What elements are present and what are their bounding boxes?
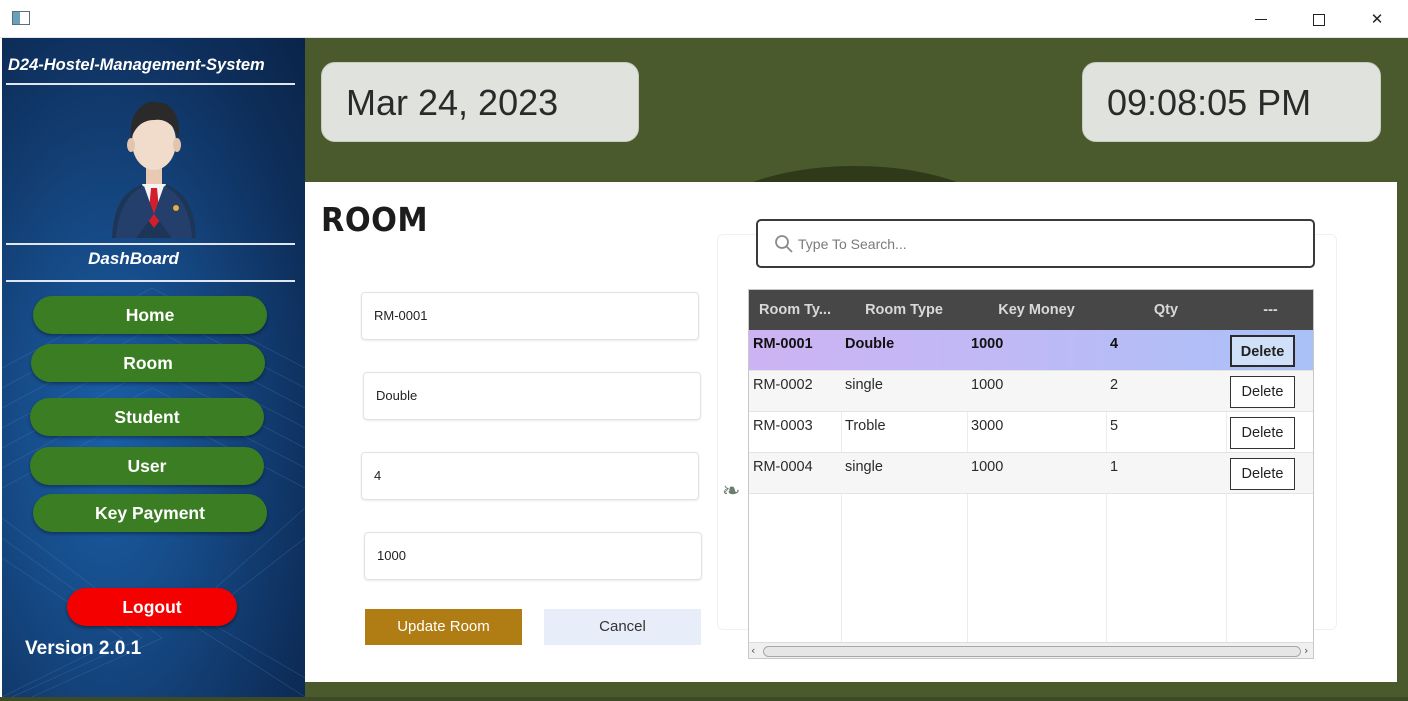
- cell-room-type: Double: [845, 336, 895, 352]
- column-header-qty[interactable]: Qty: [1106, 290, 1226, 330]
- page-title: ROOM: [321, 200, 429, 239]
- nav-student-button[interactable]: Student: [30, 398, 264, 436]
- nav-key-payment-button[interactable]: Key Payment: [33, 494, 267, 532]
- close-button[interactable]: ✕: [1348, 0, 1406, 38]
- cell-room-id: RM-0003: [753, 418, 813, 434]
- cell-key-money: 1000: [971, 459, 1004, 475]
- nav-home-button[interactable]: Home: [33, 296, 267, 334]
- horizontal-scrollbar[interactable]: ‹ ›: [749, 642, 1313, 658]
- divider: [6, 280, 295, 282]
- frame-edge: [1397, 182, 1408, 697]
- minimize-icon: [1255, 19, 1267, 20]
- column-header-room-id[interactable]: Room Ty...: [749, 290, 841, 330]
- column-header-room-type[interactable]: Room Type: [841, 290, 967, 330]
- table-row[interactable]: RM-0002 single 1000 2 Delete: [749, 371, 1313, 412]
- update-room-button[interactable]: Update Room: [365, 609, 522, 645]
- cell-qty: 1: [1110, 459, 1119, 475]
- minimize-button[interactable]: [1232, 0, 1290, 38]
- delete-button[interactable]: Delete: [1230, 376, 1295, 408]
- scrollbar-thumb[interactable]: [763, 646, 1301, 657]
- businessman-avatar-icon: [112, 101, 196, 238]
- column-header-action[interactable]: ---: [1226, 290, 1313, 330]
- divider: [6, 243, 295, 245]
- leaf-decoration-icon: ❧: [722, 478, 741, 503]
- divider: [6, 83, 295, 85]
- search-input[interactable]: Type To Search...: [756, 219, 1315, 268]
- cell-key-money: 1000: [971, 336, 1004, 352]
- scroll-right-icon[interactable]: ›: [1304, 644, 1308, 657]
- nav-user-button[interactable]: User: [30, 447, 264, 485]
- frame-edge: [305, 682, 1408, 697]
- cell-room-id: RM-0001: [753, 336, 813, 352]
- cell-room-type: single: [845, 377, 883, 393]
- room-table: Room Ty... Room Type Key Money Qty --- R…: [748, 289, 1314, 659]
- qty-field[interactable]: 4: [361, 452, 699, 500]
- version-label: Version 2.0.1: [25, 638, 142, 659]
- cell-key-money: 1000: [971, 377, 1004, 393]
- table-row[interactable]: RM-0003 Troble 3000 5 Delete: [749, 412, 1313, 453]
- sidebar: D24-Hostel-Management-System DashBoard H…: [2, 38, 305, 697]
- search-placeholder: Type To Search...: [798, 236, 907, 252]
- nav-room-button[interactable]: Room: [31, 344, 265, 382]
- cell-room-type: Troble: [845, 418, 886, 434]
- column-header-key-money[interactable]: Key Money: [967, 290, 1106, 330]
- close-icon: ✕: [1370, 10, 1384, 28]
- cell-qty: 2: [1110, 377, 1119, 393]
- scroll-left-icon[interactable]: ‹: [751, 644, 755, 657]
- cell-room-type: single: [845, 459, 883, 475]
- logout-button[interactable]: Logout: [67, 588, 237, 626]
- delete-button[interactable]: Delete: [1230, 458, 1295, 490]
- room-type-field[interactable]: Double: [363, 372, 701, 420]
- header-decoration: [705, 166, 1005, 182]
- date-display: Mar 24, 2023: [321, 62, 639, 142]
- cancel-button[interactable]: Cancel: [544, 609, 701, 645]
- table-row[interactable]: RM-0001 Double 1000 4 Delete: [749, 330, 1313, 371]
- maximize-button[interactable]: [1290, 0, 1348, 38]
- cell-key-money: 3000: [971, 418, 1004, 434]
- cell-room-id: RM-0002: [753, 377, 813, 393]
- app-brand: D24-Hostel-Management-System: [8, 56, 265, 74]
- cell-qty: 5: [1110, 418, 1119, 434]
- search-icon: [775, 235, 793, 253]
- room-id-field[interactable]: RM-0001: [361, 292, 699, 340]
- delete-button[interactable]: Delete: [1230, 335, 1295, 367]
- cell-room-id: RM-0004: [753, 459, 813, 475]
- time-display: 09:08:05 PM: [1082, 62, 1381, 142]
- maximize-icon: [1313, 13, 1325, 26]
- table-row[interactable]: RM-0004 single 1000 1 Delete: [749, 453, 1313, 494]
- app-window-icon: [12, 11, 30, 25]
- cell-qty: 4: [1110, 336, 1119, 352]
- key-money-field[interactable]: 1000: [364, 532, 702, 580]
- table-header: Room Ty... Room Type Key Money Qty ---: [749, 290, 1313, 330]
- window-titlebar: ✕: [0, 0, 1408, 38]
- dashboard-title: DashBoard: [88, 249, 179, 268]
- frame-edge: [0, 697, 1408, 701]
- delete-button[interactable]: Delete: [1230, 417, 1295, 449]
